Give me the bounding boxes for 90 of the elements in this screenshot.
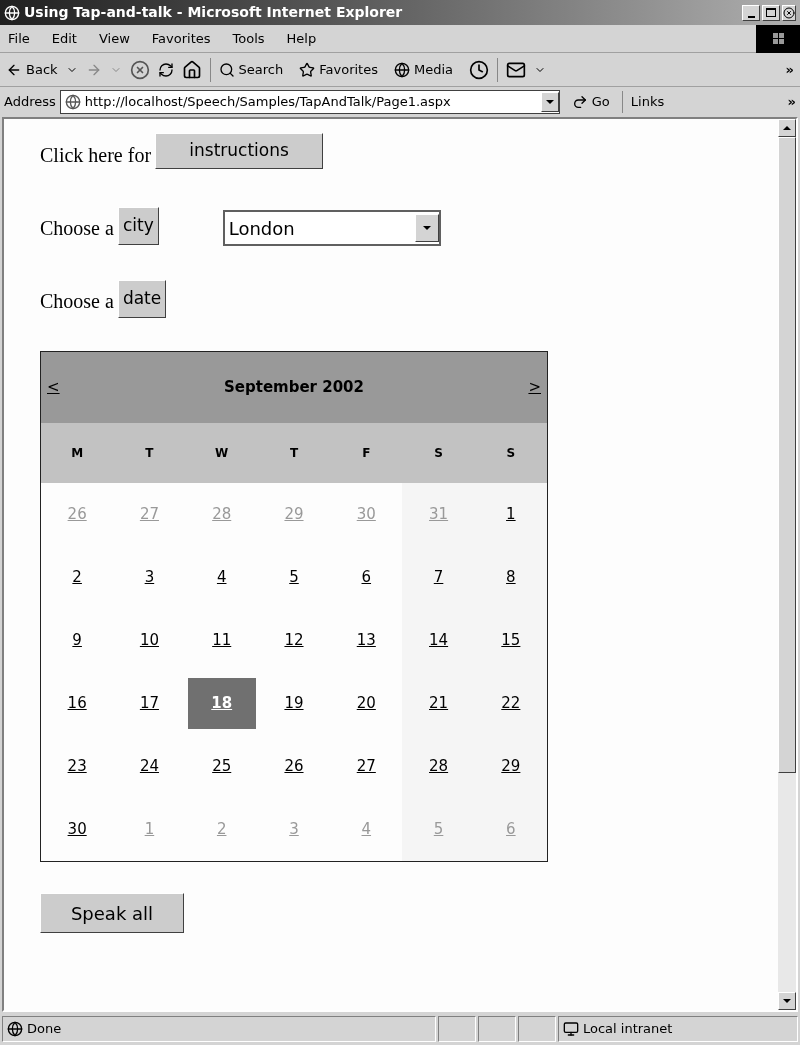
weekday-label: W <box>215 445 229 462</box>
search-button[interactable]: Search <box>218 59 284 80</box>
favorites-button[interactable]: Favorites <box>299 59 378 80</box>
status-pane <box>518 1015 556 1042</box>
day-link[interactable]: 30 <box>67 818 87 841</box>
weekday-label: T <box>289 445 299 462</box>
go-arrow-icon <box>571 94 588 110</box>
day-link[interactable]: 23 <box>67 755 87 778</box>
day-link[interactable]: 22 <box>501 692 521 715</box>
day-link[interactable]: 12 <box>284 629 304 652</box>
weekday-label: M <box>71 445 84 462</box>
menu-item[interactable]: File <box>8 28 30 49</box>
day-link[interactable]: 4 <box>216 566 227 589</box>
menu-item[interactable]: Favorites <box>151 28 211 49</box>
links-button[interactable]: Links <box>630 92 665 112</box>
day-link[interactable]: 8 <box>506 566 516 589</box>
zone-text: Local intranet <box>583 1019 673 1038</box>
address-label: Address <box>4 93 56 112</box>
day-link[interactable]: 9 <box>72 629 82 652</box>
status-pane <box>478 1015 516 1042</box>
history-icon[interactable] <box>469 59 489 80</box>
refresh-icon[interactable] <box>157 61 174 78</box>
app-icon <box>4 4 20 21</box>
speak-all-button[interactable]: Speak all <box>40 893 184 933</box>
prompt-text: Click here for <box>40 143 152 168</box>
date-button[interactable]: date <box>117 280 167 318</box>
day-link[interactable]: 20 <box>356 692 376 715</box>
day-link[interactable]: 18 <box>211 692 233 715</box>
address-field[interactable]: http://localhost/Speech/Samples/TapAndTalk/Page1.aspx <box>59 90 560 114</box>
selected-day[interactable]: 18 <box>187 678 256 729</box>
previous-month-link[interactable]: < <box>47 376 60 399</box>
day-link[interactable]: 6 <box>361 566 372 589</box>
minimize-button[interactable] <box>742 4 760 21</box>
day-link[interactable]: 7 <box>433 566 444 589</box>
weekday-label: T <box>145 445 154 462</box>
city-select[interactable]: London <box>222 210 441 246</box>
weekday-label: S <box>434 445 443 462</box>
day-link[interactable]: 14 <box>429 629 449 652</box>
day-link[interactable]: 29 <box>501 755 521 778</box>
back-button[interactable]: Back <box>6 59 58 80</box>
day-link[interactable]: 19 <box>284 692 304 715</box>
day-link[interactable]: 2 <box>72 566 82 589</box>
menu-item[interactable]: View <box>98 28 130 49</box>
day-link[interactable]: 26 <box>284 755 304 778</box>
more-button[interactable]: » <box>785 59 794 80</box>
status-text: Done <box>27 1019 62 1038</box>
day-link[interactable]: 24 <box>139 755 159 778</box>
day-link[interactable]: 17 <box>139 692 159 715</box>
day-link[interactable]: 15 <box>501 629 521 652</box>
day-link[interactable]: 21 <box>429 692 449 715</box>
day-link[interactable]: 27 <box>356 755 376 778</box>
day-link[interactable]: 11 <box>212 629 232 652</box>
day-link[interactable]: 3 <box>144 566 155 589</box>
day-link[interactable]: 13 <box>356 629 376 652</box>
day-link[interactable]: 10 <box>139 629 159 652</box>
day-link[interactable]: 1 <box>506 503 516 526</box>
prompt-text: Choose a <box>40 216 114 241</box>
media-button[interactable]: Media <box>393 59 453 80</box>
stop-icon[interactable] <box>129 59 150 80</box>
day-link[interactable]: 5 <box>289 566 299 589</box>
menu-item[interactable]: Tools <box>232 28 265 49</box>
city-button[interactable]: city <box>117 207 159 245</box>
maximize-button[interactable] <box>762 4 780 21</box>
day-link[interactable]: 28 <box>429 755 449 778</box>
window-title: Using Tap-and-talk - Microsoft Internet Explorer <box>24 3 404 22</box>
dropdown-icon[interactable] <box>414 214 439 242</box>
star-icon <box>299 61 316 78</box>
url-text: http://localhost/Speech/Samples/TapAndTalk/Page1.aspx <box>84 93 452 112</box>
menu-item[interactable]: Edit <box>51 28 77 49</box>
scrollbar[interactable] <box>778 119 796 1010</box>
next-month-link[interactable]: > <box>528 376 541 399</box>
prompt-text: Choose a <box>40 289 114 314</box>
weekday-label: F <box>362 445 371 462</box>
instructions-button[interactable]: instructions <box>155 133 324 169</box>
page-icon <box>7 1020 23 1037</box>
day-link[interactable]: 25 <box>212 755 232 778</box>
weekday-label: S <box>506 445 516 462</box>
menu-item[interactable]: Help <box>286 28 317 49</box>
computer-icon <box>563 1020 579 1037</box>
close-button[interactable] <box>782 4 796 21</box>
day-link[interactable]: 16 <box>67 692 87 715</box>
more-button[interactable]: » <box>787 92 796 112</box>
search-icon <box>218 61 235 78</box>
page-icon <box>64 94 81 110</box>
go-button[interactable]: Go <box>571 92 610 112</box>
dropdown-icon[interactable] <box>540 92 559 112</box>
home-icon[interactable] <box>181 59 202 80</box>
status-pane <box>438 1015 476 1042</box>
globe-icon <box>393 61 410 78</box>
month-title: September 2002 <box>223 377 365 399</box>
